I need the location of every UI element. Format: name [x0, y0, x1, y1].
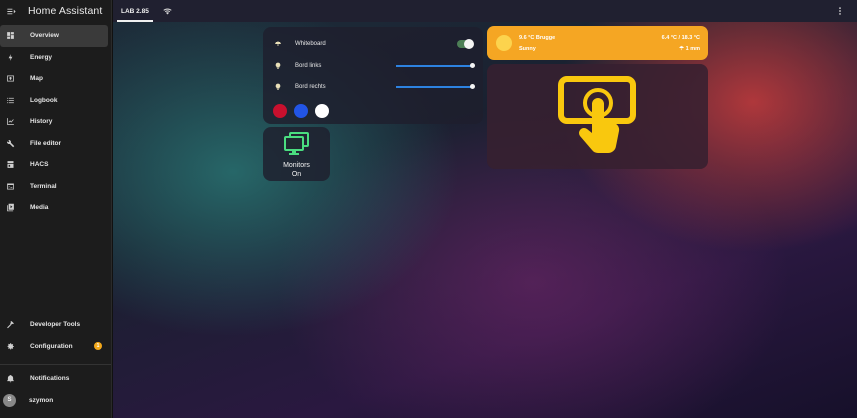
color-swatch-white[interactable] — [315, 104, 329, 118]
sidebar: Home Assistant Overview Energy Map Logbo… — [0, 0, 112, 418]
sidebar-item-label: Media — [30, 204, 49, 212]
sidebar-item-file-editor[interactable]: File editor — [0, 133, 108, 155]
sidebar-item-overview[interactable]: Overview — [0, 25, 108, 47]
sidebar-item-label: Configuration — [30, 342, 73, 350]
sidebar-item-media[interactable]: Media — [0, 197, 108, 219]
notification-badge: 1 — [94, 342, 102, 351]
sidebar-item-label: Terminal — [30, 182, 57, 190]
bulb-icon — [273, 61, 283, 71]
hacs-icon — [4, 159, 16, 171]
sidebar-item-label: Energy — [30, 53, 53, 61]
sidebar-item-user[interactable]: S szymon — [0, 390, 108, 412]
hammer-icon — [4, 319, 16, 331]
menu-collapse-icon[interactable] — [4, 4, 18, 18]
sidebar-item-label: Overview — [30, 32, 59, 40]
touch-screen-icon — [558, 76, 636, 154]
dashboard-icon — [4, 30, 16, 42]
entity-row-bord-links: Bord links — [273, 59, 475, 73]
sidebar-item-label: Notifications — [30, 375, 70, 383]
weather-precipitation: ☂ 1 mm — [679, 46, 700, 52]
entity-row-bord-rechts: Bord rechts — [273, 80, 475, 94]
sidebar-user-group: Notifications S szymon — [0, 368, 111, 411]
entity-name: Whiteboard — [295, 41, 326, 47]
weather-temperature-location: 9.6 °C Brugge — [519, 35, 556, 41]
slider-thumb[interactable] — [470, 63, 475, 69]
bord-links-slider[interactable] — [396, 63, 475, 69]
monitor-name: Monitors — [283, 162, 310, 169]
sidebar-item-notifications[interactable]: Notifications — [0, 368, 108, 390]
avatar: S — [3, 393, 16, 407]
sidebar-nav: Overview Energy Map Logbook History File… — [0, 25, 111, 219]
weather-min-max: 6.4 °C / 18.3 °C — [661, 35, 700, 41]
weather-condition: Sunny — [519, 46, 536, 52]
app-title: Home Assistant — [28, 5, 103, 17]
terminal-icon — [4, 180, 16, 192]
bord-rechts-slider[interactable] — [396, 84, 475, 90]
sidebar-item-label: Developer Tools — [30, 321, 81, 329]
entities-card: Whiteboard Bord links Bord rechts — [263, 27, 483, 124]
sidebar-item-label: HACS — [30, 161, 49, 169]
monitors-button-card[interactable]: Monitors On — [263, 127, 330, 181]
slider-thumb[interactable] — [470, 84, 475, 90]
more-options-icon[interactable] — [833, 4, 847, 18]
whiteboard-toggle[interactable] — [457, 39, 474, 49]
tab-lab[interactable]: LAB 2.85 — [113, 0, 157, 22]
sidebar-item-hacs[interactable]: HACS — [0, 154, 108, 176]
wrench-icon — [4, 137, 16, 149]
sidebar-item-label: Logbook — [30, 96, 58, 104]
list-icon — [4, 94, 16, 106]
color-swatches — [273, 104, 329, 118]
sidebar-item-terminal[interactable]: Terminal — [0, 176, 108, 198]
sidebar-divider — [0, 364, 111, 365]
sidebar-item-logbook[interactable]: Logbook — [0, 90, 108, 112]
wifi-icon[interactable] — [163, 6, 173, 16]
chart-icon — [4, 116, 16, 128]
ceiling-light-icon — [273, 39, 283, 49]
sidebar-item-label: Map — [30, 75, 43, 83]
entity-name: Bord rechts — [295, 84, 326, 90]
entity-name: Bord links — [295, 63, 322, 69]
tab-label: LAB 2.85 — [121, 7, 149, 15]
sidebar-item-map[interactable]: Map — [0, 68, 108, 90]
user-name: szymon — [29, 396, 54, 404]
color-swatch-blue[interactable] — [294, 104, 308, 118]
monitor-state: On — [291, 171, 302, 178]
touch-screen-card[interactable] — [487, 64, 708, 169]
sidebar-item-label: History — [30, 118, 53, 126]
monitor-icon — [283, 132, 309, 155]
weather-card[interactable]: 9.6 °C Brugge Sunny 6.4 °C / 18.3 °C ☂ 1… — [487, 26, 708, 60]
map-icon — [4, 73, 16, 85]
media-icon — [4, 202, 16, 214]
color-swatch-red[interactable] — [273, 104, 287, 118]
sidebar-bottom-group: Developer Tools Configuration 1 — [0, 314, 111, 357]
dashboard-main: Whiteboard Bord links Bord rechts Monito… — [113, 22, 857, 418]
sidebar-item-history[interactable]: History — [0, 111, 108, 133]
gear-icon — [4, 340, 16, 352]
bell-icon — [4, 373, 16, 385]
sun-icon — [496, 35, 512, 51]
sidebar-item-energy[interactable]: Energy — [0, 47, 108, 69]
sidebar-item-developer-tools[interactable]: Developer Tools — [0, 314, 108, 336]
top-bar: LAB 2.85 — [113, 0, 857, 22]
sidebar-item-label: File editor — [30, 139, 62, 147]
entity-row-whiteboard: Whiteboard — [273, 37, 474, 51]
lightning-icon — [4, 51, 16, 63]
sidebar-item-configuration[interactable]: Configuration 1 — [0, 336, 108, 358]
bulb-icon — [273, 82, 283, 92]
sidebar-header: Home Assistant — [0, 0, 111, 22]
